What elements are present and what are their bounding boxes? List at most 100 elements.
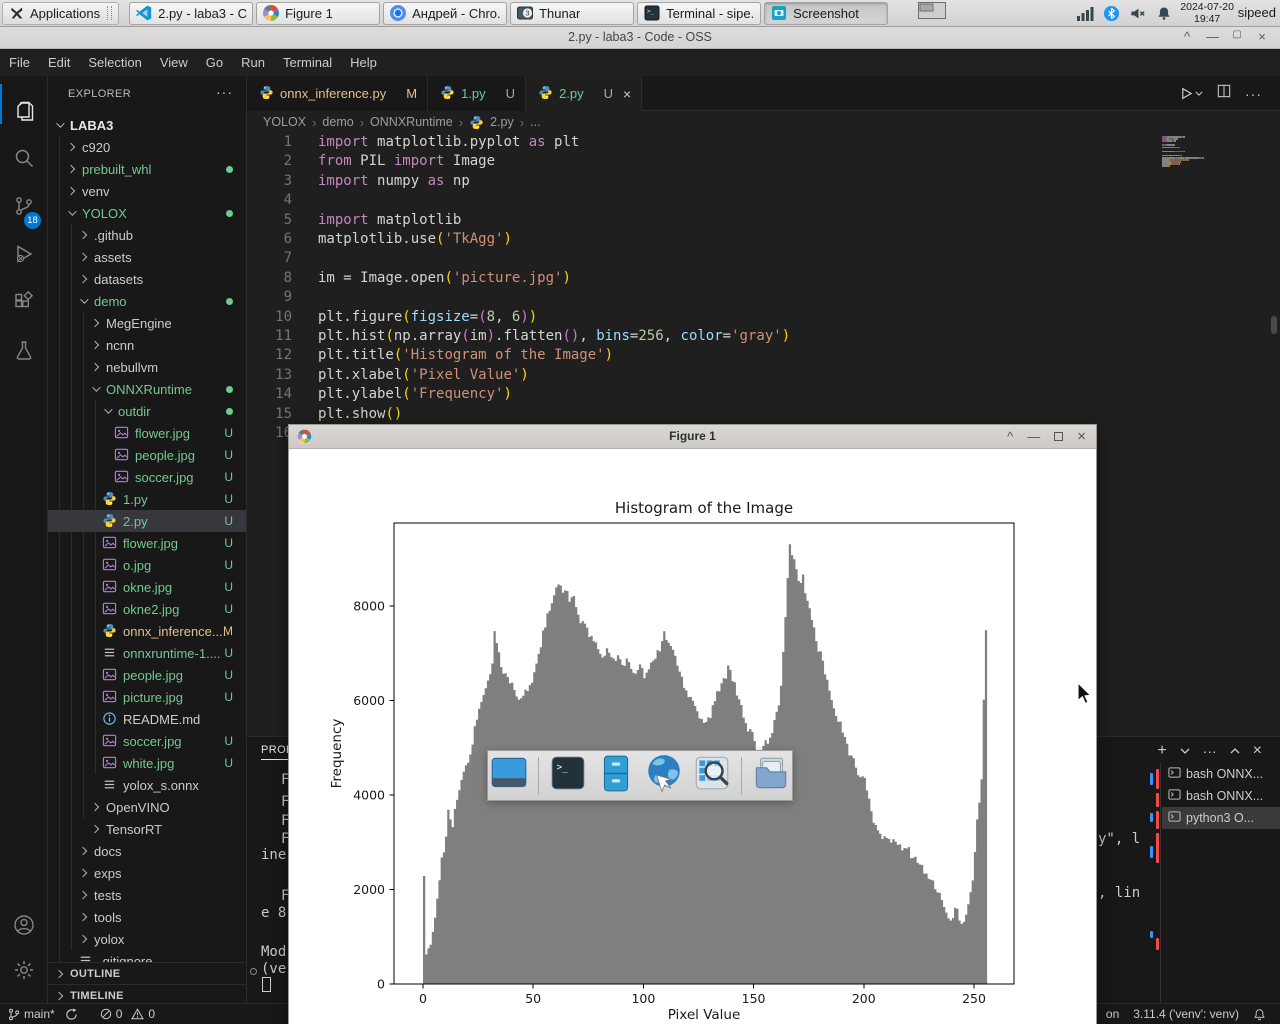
- code-line-3[interactable]: 3 import numpy as np: [247, 172, 1157, 191]
- breadcrumb-item[interactable]: ...: [530, 115, 540, 129]
- tree-item-megengine[interactable]: MegEngine: [48, 312, 246, 334]
- file-cabinet-icon[interactable]: [595, 752, 637, 799]
- tree-item-onnx-inference-[interactable]: onnx_inference.... M: [48, 620, 246, 642]
- menu-selection[interactable]: Selection: [79, 52, 150, 73]
- command-decoration-icon[interactable]: [250, 968, 257, 975]
- tree-item-onnxruntime[interactable]: ONNXRuntime: [48, 378, 246, 400]
- terminal-dropdown-icon[interactable]: [1180, 747, 1190, 755]
- activity-settings-icon[interactable]: [0, 950, 48, 990]
- split-editor-icon[interactable]: [1217, 84, 1231, 103]
- network-signal-icon[interactable]: [1076, 5, 1094, 22]
- vscode-close-button[interactable]: ×: [1256, 29, 1268, 44]
- code-line-15[interactable]: 15 plt.show(): [247, 405, 1157, 424]
- tree-item-venv[interactable]: venv: [48, 180, 246, 202]
- breadcrumb-item[interactable]: ONNXRuntime: [370, 115, 453, 129]
- figure-close-button[interactable]: ×: [1077, 428, 1086, 445]
- section-timeline[interactable]: TIMELINE: [48, 984, 246, 1003]
- tree-item-yolox[interactable]: YOLOX: [48, 202, 246, 224]
- language-indicator[interactable]: on: [1106, 1007, 1119, 1021]
- tree-item-people-jpg[interactable]: people.jpg U: [48, 444, 246, 466]
- terminal-tab-bash-onnx-[interactable]: bash ONNX...: [1162, 785, 1280, 807]
- python-interpreter-item[interactable]: 3.11.4 ('venv': venv): [1133, 1007, 1239, 1021]
- terminal-emulator-icon[interactable]: >_: [547, 752, 589, 799]
- activity-extensions-icon[interactable]: [0, 282, 48, 322]
- code-line-4[interactable]: 4: [247, 191, 1157, 210]
- activity-search-icon[interactable]: [0, 138, 48, 178]
- show-desktop-icon[interactable]: [488, 752, 530, 799]
- menu-go[interactable]: Go: [197, 52, 232, 73]
- tree-item-2-py[interactable]: 2.py U: [48, 510, 246, 532]
- terminal-tab-python3-o-[interactable]: python3 O...: [1162, 807, 1280, 829]
- code-line-14[interactable]: 14 plt.ylabel('Frequency'): [247, 385, 1157, 404]
- tree-item-demo[interactable]: demo: [48, 290, 246, 312]
- activity-explorer-icon[interactable]: [0, 90, 48, 130]
- figure-minimize-button[interactable]: —: [1027, 429, 1040, 444]
- problems-status-item[interactable]: 0 0: [100, 1007, 155, 1021]
- tree-item-flower-jpg[interactable]: flower.jpg U: [48, 422, 246, 444]
- tab-onnx-inference-py[interactable]: onnx_inference.py M: [247, 76, 429, 111]
- vscode-minimize-button[interactable]: —: [1206, 29, 1219, 44]
- tree-item-o-jpg[interactable]: o.jpg U: [48, 554, 246, 576]
- code-line-13[interactable]: 13 plt.xlabel('Pixel Value'): [247, 366, 1157, 385]
- minimap[interactable]: [1162, 136, 1242, 206]
- menu-help[interactable]: Help: [341, 52, 386, 73]
- tree-item-flower-jpg[interactable]: flower.jpg U: [48, 532, 246, 554]
- tree-item-prebuilt-whl[interactable]: prebuilt_whl: [48, 158, 246, 180]
- editor-scrollbar[interactable]: [1271, 316, 1277, 334]
- figure-maximize-button[interactable]: [1054, 432, 1064, 441]
- tree-item-okne2-jpg[interactable]: okne2.jpg U: [48, 598, 246, 620]
- volume-muted-icon[interactable]: [1129, 5, 1147, 22]
- applications-menu-button[interactable]: Applications: [2, 1, 120, 25]
- code-line-1[interactable]: 1 import matplotlib.pyplot as plt: [247, 133, 1157, 152]
- tree-item-yolox[interactable]: yolox: [48, 928, 246, 950]
- tree-item-nebullvm[interactable]: nebullvm: [48, 356, 246, 378]
- new-terminal-button[interactable]: +: [1157, 742, 1166, 760]
- taskbar-button-terminal-sipe-[interactable]: >_ Terminal - sipe...: [637, 1, 762, 25]
- code-line-9[interactable]: 9: [247, 288, 1157, 307]
- menu-file[interactable]: File: [0, 52, 39, 73]
- tree-item-okne-jpg[interactable]: okne.jpg U: [48, 576, 246, 598]
- activity-testing-icon[interactable]: [0, 330, 48, 370]
- tree-item-soccer-jpg[interactable]: soccer.jpg U: [48, 730, 246, 752]
- close-tab-icon[interactable]: ×: [623, 86, 631, 102]
- tree-item-soccer-jpg[interactable]: soccer.jpg U: [48, 466, 246, 488]
- tree-item-c920[interactable]: c920: [48, 136, 246, 158]
- tree-item-outdir[interactable]: outdir: [48, 400, 246, 422]
- panel-more-actions[interactable]: ···: [1203, 743, 1217, 759]
- tree-item-onnxruntime-1-[interactable]: onnxruntime-1.... U: [48, 642, 246, 664]
- taskbar-button--chro-[interactable]: Андрей - Chro...: [383, 1, 508, 25]
- menu-edit[interactable]: Edit: [39, 52, 79, 73]
- menu-terminal[interactable]: Terminal: [274, 52, 341, 73]
- web-browser-icon[interactable]: [643, 752, 685, 799]
- code-line-12[interactable]: 12 plt.title('Histogram of the Image'): [247, 346, 1157, 365]
- tree-item-datasets[interactable]: datasets: [48, 268, 246, 290]
- tab-1-py[interactable]: 1.py U: [428, 76, 527, 111]
- notifications-bell-icon[interactable]: [1253, 1008, 1266, 1021]
- figure-shade-button[interactable]: ^: [1007, 429, 1013, 444]
- activity-run-debug-icon[interactable]: [0, 234, 48, 274]
- tree-item-ncnn[interactable]: ncnn: [48, 334, 246, 356]
- taskbar-button-figure-1[interactable]: Figure 1: [256, 1, 381, 25]
- figure-titlebar[interactable]: Figure 1 ^ — ×: [289, 425, 1096, 449]
- more-actions-icon[interactable]: ···: [1245, 86, 1262, 102]
- file-manager-icon[interactable]: [750, 752, 792, 799]
- code-line-7[interactable]: 7: [247, 249, 1157, 268]
- tree-item-white-jpg[interactable]: white.jpg U: [48, 752, 246, 774]
- tree-item-picture-jpg[interactable]: picture.jpg U: [48, 686, 246, 708]
- menu-view[interactable]: View: [151, 52, 197, 73]
- panel-maximize-icon[interactable]: [1230, 747, 1240, 755]
- code-line-2[interactable]: 2 from PIL import Image: [247, 152, 1157, 171]
- tree-item-tests[interactable]: tests: [48, 884, 246, 906]
- breadcrumb-item[interactable]: demo: [322, 115, 353, 129]
- section-outline[interactable]: OUTLINE: [48, 962, 246, 984]
- code-line-11[interactable]: 11 plt.hist(np.array(im).flatten(), bins=…: [247, 327, 1157, 346]
- panel-close-button[interactable]: ×: [1253, 742, 1262, 760]
- taskbar-button-thunar[interactable]: 3 Thunar: [510, 1, 635, 25]
- vscode-shade-button[interactable]: ^: [1181, 29, 1193, 44]
- notifications-icon[interactable]: [1156, 5, 1172, 22]
- tree-item-docs[interactable]: docs: [48, 840, 246, 862]
- run-python-file-button[interactable]: [1180, 87, 1203, 100]
- tree-item-tools[interactable]: tools: [48, 906, 246, 928]
- workspace-pager[interactable]: [918, 2, 947, 24]
- bluetooth-icon[interactable]: [1103, 5, 1120, 22]
